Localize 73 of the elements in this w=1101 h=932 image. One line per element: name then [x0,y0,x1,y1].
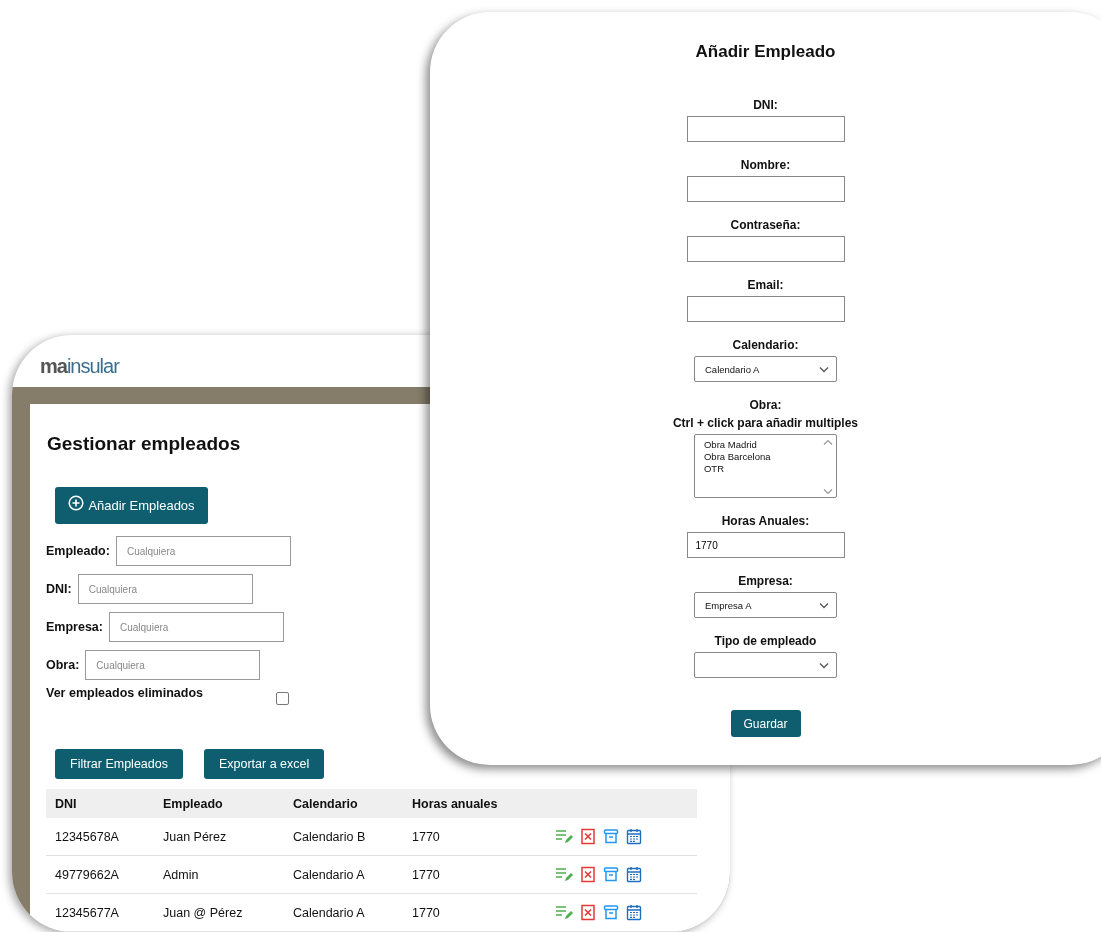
text-field[interactable] [686,176,845,202]
field-hint: Ctrl + click para añadir multiples [672,416,859,431]
filter-label: Obra: [46,658,80,672]
list-option[interactable]: Obra Madrid [704,439,771,451]
text-field[interactable] [686,116,845,142]
action-button[interactable]: Filtrar Empleados [55,749,183,779]
filter-field[interactable]: Cualquiera [77,574,253,604]
table-cell: 49779662A [46,855,154,894]
dropdown[interactable]: Empresa A [694,592,837,618]
edit-icon[interactable] [555,866,573,883]
chevron-down-icon[interactable] [819,661,829,669]
dropdown[interactable]: Calendario A [694,356,837,382]
column-header: DNI [46,789,154,818]
field-label: Empresa: [738,574,793,589]
table-cell: Calendario B [284,818,403,856]
page-title: Gestionar empleados [47,432,241,456]
chevron-down-icon[interactable] [819,365,829,373]
plus-circle-icon[interactable] [68,494,85,511]
table-cell: Calendario A [284,855,403,894]
field-label: Contraseña: [730,218,801,233]
list-option[interactable]: Obra Barcelona [704,451,771,463]
calendar-icon[interactable] [626,828,642,845]
filter-field[interactable]: Cualquiera [85,650,261,680]
archive-icon[interactable] [603,828,619,845]
scroll-up-icon[interactable] [823,439,833,446]
chevron-down-icon[interactable] [819,601,829,609]
action-button[interactable]: Exportar a excel [203,749,325,779]
table-cell: Juan Pérez [154,818,284,856]
filter-field[interactable]: Cualquiera [109,612,284,642]
table-cell: 12345678A [46,818,154,856]
filter-label: Empleado: [46,544,110,558]
text-field[interactable] [686,296,845,322]
text-field[interactable]: 1770 [686,532,845,558]
column-header: Calendario [284,789,403,818]
delete-icon[interactable] [580,904,596,921]
logo: mainsular [40,354,119,378]
column-header: Empleado [154,789,284,818]
archive-icon[interactable] [603,904,619,921]
delete-icon[interactable] [580,828,596,845]
filter-field[interactable]: Cualquiera [115,536,291,566]
save-button[interactable]: Guardar [730,710,801,737]
list-box[interactable]: Obra Madrid Obra Barcelona OTR [694,434,837,498]
table-cell: Calendario A [284,893,403,932]
field-label: Horas Anuales: [721,514,810,529]
field-label: DNI: [753,98,778,113]
archive-icon[interactable] [603,866,619,883]
edit-icon[interactable] [555,904,573,921]
column-header: Horas anuales [403,789,546,818]
table-cell: Juan @ Pérez [154,893,284,932]
form-title: Añadir Empleado [695,41,836,63]
checkbox[interactable] [276,692,289,705]
field-label: Email: [747,278,784,293]
dropdown[interactable] [694,652,837,678]
add-employees-button[interactable]: Añadir Empleados [55,487,208,524]
table-cell: 1770 [403,818,546,856]
field-label: Nombre: [740,158,791,173]
checkbox-label: Ver empleados eliminados [46,686,203,700]
table-cell: 1770 [403,855,546,894]
table-cell: Admin [154,855,284,894]
list-option[interactable]: OTR [704,463,771,475]
field-label: Obra: [749,398,782,413]
field-label: Tipo de empleado [714,634,817,649]
delete-icon[interactable] [580,866,596,883]
edit-icon[interactable] [555,828,573,845]
filter-label: Empresa: [46,620,103,634]
calendar-icon[interactable] [626,904,642,921]
filter-label: DNI: [46,582,72,596]
calendar-icon[interactable] [626,866,642,883]
text-field[interactable] [686,236,845,262]
field-label: Calendario: [732,338,799,353]
table-cell: 12345677A [46,893,154,932]
table-cell: 1770 [403,893,546,932]
scroll-down-icon[interactable] [823,488,833,495]
